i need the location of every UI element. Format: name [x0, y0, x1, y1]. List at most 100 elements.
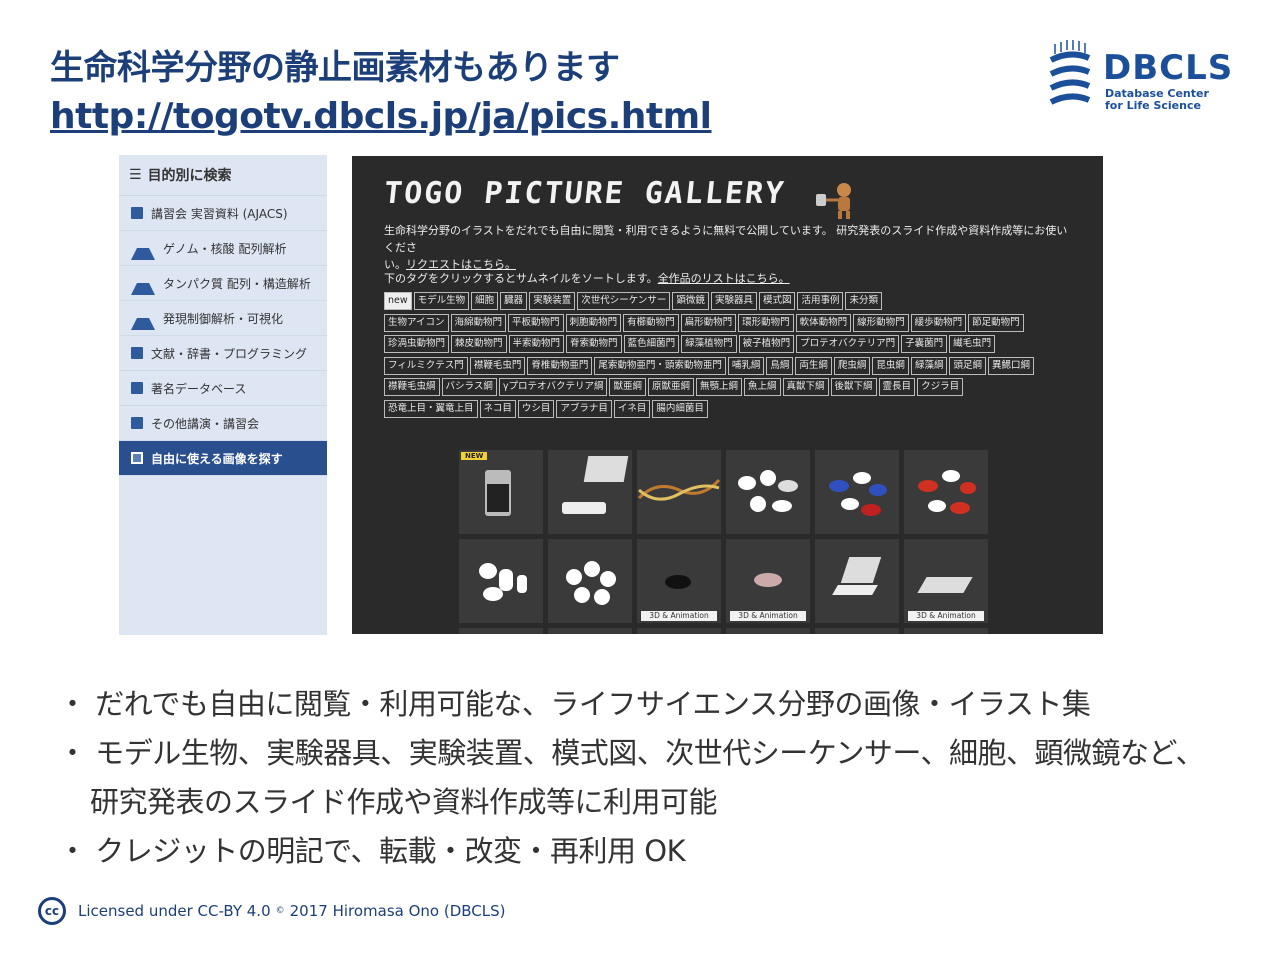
new-badge: NEW — [461, 452, 488, 460]
thumbnail-partial[interactable] — [637, 628, 721, 634]
tag-filter-button[interactable]: ネコ目 — [479, 399, 516, 418]
tag-filter-button[interactable]: 子嚢菌門 — [901, 335, 948, 354]
gallery-url-link[interactable]: http://togotv.dbcls.jp/ja/pics.html — [50, 96, 712, 137]
tag-filter-button[interactable]: 細胞 — [471, 292, 499, 310]
bullet-item: ・ クレジットの明記で、転載・改変・再利用 OK — [58, 834, 686, 868]
full-list-link[interactable]: 全作品のリストはこちら。 — [658, 272, 790, 285]
tag-filter-button[interactable]: 後獣下綱 — [830, 378, 877, 397]
thumbnail-capsules-blue[interactable] — [815, 450, 899, 534]
tag-filter-button[interactable]: 緩歩動物門 — [910, 313, 967, 332]
thumbnail-capsules-red[interactable] — [904, 450, 988, 534]
tag-filter-button[interactable]: 生物アイコン — [384, 313, 449, 332]
tag-filter-button[interactable]: 頭足綱 — [949, 356, 986, 375]
tag-filter-button[interactable]: 藍色細菌門 — [623, 335, 680, 354]
tag-filter-button[interactable]: 無顎上綱 — [695, 378, 742, 397]
tag-filter-button[interactable]: 脊椎動物亜門 — [527, 356, 593, 375]
tag-filter-button[interactable]: 尾索動物亜門・頭索動物亜門 — [594, 356, 726, 375]
tag-filter-button[interactable]: 霊長目 — [878, 378, 916, 397]
tag-filter-button[interactable]: 半索動物門 — [508, 335, 565, 354]
tag-row: 珍渦虫動物門 棘皮動物門 半索動物門 脊索動物門 藍色細菌門 緑藻植物門 被子植物門 プロテオ… — [384, 335, 1084, 354]
tag-filter-button[interactable]: 異鰓口綱 — [987, 356, 1034, 375]
tag-filter-button[interactable]: 脊索動物門 — [566, 335, 622, 354]
tag-filter-button[interactable]: 原獣亜綱 — [647, 378, 694, 397]
tag-filter-button[interactable]: 襟鞭毛虫綱 — [384, 378, 440, 397]
sidebar-item-literature[interactable]: 文献・辞書・プログラミング — [119, 336, 327, 371]
thumbnail-tablet[interactable]: 3D & Animation — [904, 539, 988, 623]
bullet-item: ・ だれでも自由に閲覧・利用可能な、ライフサイエンス分野の画像・イラスト集 — [58, 687, 1091, 721]
thumbnail-partial[interactable] — [548, 628, 632, 634]
tag-filter-button[interactable]: 緑藻植物門 — [681, 335, 737, 354]
tag-filter-button[interactable]: フィルミクテス門 — [384, 356, 468, 375]
thumbnail-partial[interactable] — [459, 628, 543, 634]
license-footer: cc Licensed under CC-BY 4.0 © 2017 Hirom… — [38, 897, 506, 925]
thumbnail-partial[interactable] — [726, 628, 810, 634]
tag-filter-button[interactable]: 活用事例 — [797, 292, 844, 310]
tag-filter-button[interactable]: 棘皮動物門 — [451, 335, 507, 354]
sidebar-item-protein[interactable]: タンパク質 配列・構造解析 — [119, 266, 327, 301]
tag-filter-button[interactable]: モデル生物 — [413, 292, 470, 310]
tag-filter-button[interactable]: 刺胞動物門 — [565, 313, 622, 332]
tag-filter-button[interactable]: 軟体動物門 — [795, 313, 852, 332]
sidebar-item-databases[interactable]: 著名データベース — [119, 371, 327, 406]
tag-filter-button[interactable]: 模式図 — [758, 292, 796, 310]
tag-filter-button[interactable]: イネ目 — [613, 399, 651, 418]
thumbnail-laptop[interactable] — [815, 539, 899, 623]
thumbnail-dna[interactable] — [637, 450, 721, 534]
tag-filter-button[interactable]: バシラス綱 — [441, 378, 497, 397]
tag-filter-button[interactable]: 実験装置 — [529, 292, 576, 310]
tag-filter-button[interactable]: 実験器具 — [710, 292, 757, 310]
tag-filter-button[interactable]: 珍渦虫動物門 — [384, 335, 450, 354]
tag-filter-button[interactable]: 真獣下綱 — [782, 378, 829, 397]
thumbnail-mouse-white[interactable]: 3D & Animation — [726, 539, 810, 623]
tag-filter-button[interactable]: 恐竜上目・翼竜上目 — [384, 399, 478, 418]
tag-filter-button[interactable]: 臓器 — [500, 292, 528, 310]
tag-filter-button[interactable]: ウシ目 — [517, 399, 555, 418]
tag-filter-button[interactable]: 腸内細菌目 — [652, 399, 708, 418]
tag-filter-button[interactable]: 有櫛動物門 — [623, 313, 679, 332]
thumbnail-sequencer[interactable]: NEW — [459, 450, 543, 534]
sidebar-item-ajacs[interactable]: 講習会 実習資料 (AJACS) — [119, 196, 327, 231]
thumbnail-capsules-black[interactable] — [726, 450, 810, 534]
sidebar-item-expression[interactable]: 発現制御解析・可視化 — [119, 301, 327, 336]
tag-filter-button[interactable]: クジラ目 — [917, 378, 964, 397]
sidebar-item-genome[interactable]: ゲノム・核酸 配列解析 — [119, 231, 327, 266]
gallery-description: 生命科学分野のイラストをだれでも自由に閲覧・利用できるように無料で公開しています… — [384, 224, 1068, 271]
tag-filter-button[interactable]: 繊毛虫門 — [949, 335, 996, 354]
tag-filter-button[interactable]: 節足動物門 — [968, 313, 1024, 332]
tag-filter-button[interactable]: 被子植物門 — [738, 335, 795, 354]
tag-filter-button[interactable]: 魚上綱 — [744, 378, 781, 397]
tag-filter-button[interactable]: アブラナ目 — [556, 399, 612, 418]
tag-filter-button[interactable]: 扁形動物門 — [680, 313, 737, 332]
tag-filter-button[interactable]: 線形動物門 — [853, 313, 909, 332]
tag-filter-button[interactable]: 緑藻綱 — [910, 356, 948, 375]
bullet-list: ・ だれでも自由に閲覧・利用可能な、ライフサイエンス分野の画像・イラスト集 ・ … — [58, 680, 1258, 876]
tag-filter-button[interactable]: 顕微鏡 — [672, 292, 709, 310]
tag-filter-button[interactable]: 次世代シーケンサー — [577, 292, 671, 310]
tag-filter-button[interactable]: 平板動物門 — [508, 313, 564, 332]
tag-filter-button[interactable]: γプロテオバクテリア綱 — [498, 378, 608, 397]
tag-filter-button[interactable]: 哺乳綱 — [727, 356, 765, 375]
thumbnail-white-tablets[interactable] — [548, 539, 632, 623]
thumbnail-mouse-black[interactable]: 3D & Animation — [637, 539, 721, 623]
tag-filter-button[interactable]: プロテオバクテリア門 — [796, 335, 900, 354]
3d-animation-label: 3D & Animation — [641, 611, 717, 621]
tag-filter-button[interactable]: 両生綱 — [795, 356, 832, 375]
thumbnail-laptop-device[interactable] — [548, 450, 632, 534]
tag-filter-button[interactable]: 海綿動物門 — [450, 313, 507, 332]
logo-wordmark: DBCLS — [1103, 48, 1234, 88]
tag-filter-button[interactable]: 襟鞭毛虫門 — [469, 356, 526, 375]
tag-filter-button[interactable]: 鳥綱 — [766, 356, 794, 375]
sidebar-item-free-images[interactable]: 自由に使える画像を探す — [119, 441, 327, 476]
sidebar-item-other-lectures[interactable]: その他講演・講習会 — [119, 406, 327, 441]
thumbnail-white-pills[interactable] — [459, 539, 543, 623]
thumbnail-partial[interactable] — [904, 628, 988, 634]
tag-filter-button[interactable]: 環形動物門 — [738, 313, 794, 332]
tag-filter-button[interactable]: 未分類 — [845, 292, 882, 310]
tag-filter-button[interactable]: 昆虫綱 — [872, 356, 909, 375]
thumbnail-partial[interactable] — [815, 628, 899, 634]
flask-icon — [131, 306, 155, 330]
tag-filter-button[interactable]: 獣亜綱 — [609, 378, 646, 397]
tag-filter-button[interactable]: new — [384, 292, 412, 310]
bullet-item-continuation: 研究発表のスライド作成や資料作成等に利用可能 — [90, 785, 718, 819]
tag-filter-button[interactable]: 爬虫綱 — [833, 356, 871, 375]
